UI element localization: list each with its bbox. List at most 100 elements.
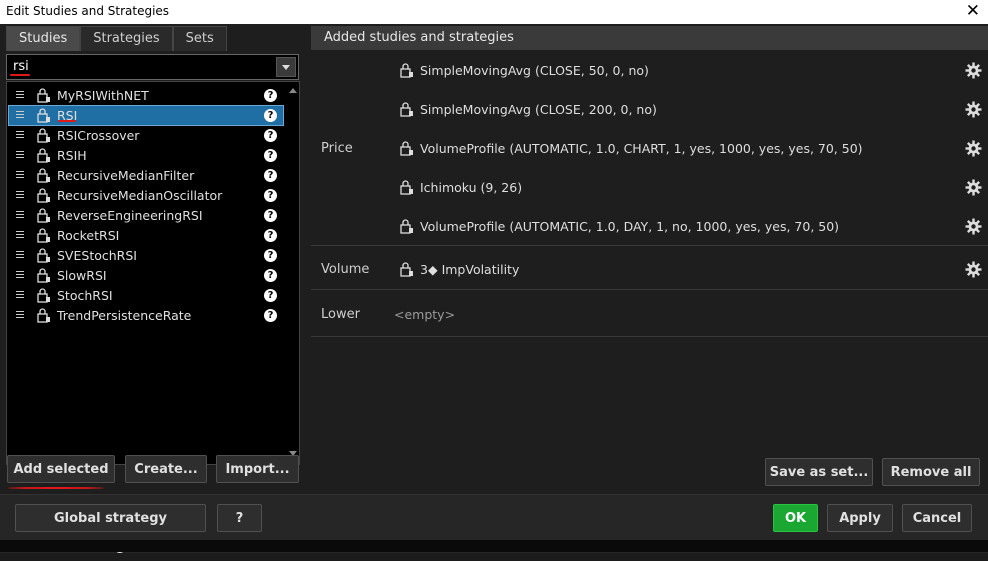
help-icon[interactable]: ?	[264, 229, 277, 242]
lock-icon	[400, 141, 413, 156]
search-input[interactable]	[9, 57, 279, 75]
list-item-label: SlowRSI	[57, 268, 107, 283]
list-item[interactable]: StochRSI?	[9, 286, 283, 305]
list-item-label: StochRSI	[57, 288, 113, 303]
list-item[interactable]: RecursiveMedianFilter?	[9, 166, 283, 185]
study-prefix-icon: 3◆	[420, 262, 438, 277]
divider	[311, 245, 988, 246]
gear-icon[interactable]	[965, 140, 982, 157]
lock-icon	[37, 128, 50, 143]
help-icon[interactable]: ?	[264, 209, 277, 222]
remove-all-button[interactable]: Remove all	[882, 458, 980, 486]
red-underline-annotation	[10, 74, 30, 76]
list-item[interactable]: ReverseEngineeringRSI?	[9, 206, 283, 225]
gear-icon[interactable]	[965, 179, 982, 196]
help-icon[interactable]: ?	[264, 89, 277, 102]
list-item[interactable]: SVEStochRSI?	[9, 246, 283, 265]
list-handle-icon[interactable]	[16, 271, 24, 280]
help-icon[interactable]: ?	[264, 169, 277, 182]
list-item[interactable]: RecursiveMedianOscillator?	[9, 186, 283, 205]
ok-button[interactable]: OK	[773, 504, 818, 532]
apply-button[interactable]: Apply	[827, 504, 893, 532]
window-title: Edit Studies and Strategies	[6, 4, 170, 18]
list-item-label: MyRSIWithNET	[57, 88, 149, 103]
list-item-label: RocketRSI	[57, 228, 120, 243]
list-item[interactable]: RSIH?	[9, 146, 283, 165]
list-handle-icon[interactable]	[16, 211, 24, 220]
tab-strip: Studies Strategies Sets	[6, 26, 227, 51]
list-handle-icon[interactable]	[16, 191, 24, 200]
study-label: VolumeProfile (AUTOMATIC, 1.0, CHART, 1,…	[420, 141, 863, 156]
gear-icon[interactable]	[965, 62, 982, 79]
lock-icon	[37, 108, 50, 123]
list-scrollbar[interactable]	[289, 86, 297, 458]
divider	[311, 336, 988, 337]
lock-icon	[37, 228, 50, 243]
list-item[interactable]: SlowRSI?	[9, 266, 283, 285]
cancel-button[interactable]: Cancel	[902, 504, 972, 532]
import-button[interactable]: Import...	[216, 455, 299, 483]
red-underline-annotation	[58, 120, 76, 122]
tab-studies[interactable]: Studies	[6, 26, 81, 51]
list-item[interactable]: TrendPersistenceRate?	[9, 306, 283, 325]
tab-sets[interactable]: Sets	[172, 26, 227, 51]
lock-icon	[37, 148, 50, 163]
help-icon[interactable]: ?	[264, 249, 277, 262]
list-item[interactable]: RSI?	[8, 105, 284, 126]
gear-icon[interactable]	[965, 101, 982, 118]
help-icon[interactable]: ?	[264, 109, 277, 122]
list-handle-icon[interactable]	[16, 91, 24, 100]
lock-icon	[400, 219, 413, 234]
list-item[interactable]: MyRSIWithNET?	[9, 86, 283, 105]
lock-icon	[37, 208, 50, 223]
scroll-up-icon[interactable]	[289, 88, 297, 93]
lock-icon	[37, 188, 50, 203]
lock-icon	[37, 308, 50, 323]
chevron-down-icon[interactable]	[276, 57, 296, 77]
study-label: Ichimoku (9, 26)	[420, 180, 523, 195]
list-item[interactable]: RSICrossover?	[9, 126, 283, 145]
list-handle-icon[interactable]	[16, 111, 24, 120]
list-handle-icon[interactable]	[16, 131, 24, 140]
help-icon[interactable]: ?	[264, 189, 277, 202]
lock-icon	[37, 248, 50, 263]
lock-icon	[400, 102, 413, 117]
list-item-label: RSI	[57, 108, 78, 123]
list-handle-icon[interactable]	[16, 311, 24, 320]
group-label-lower: Lower	[321, 307, 360, 322]
save-as-set-button[interactable]: Save as set...	[765, 458, 873, 486]
list-handle-icon[interactable]	[16, 291, 24, 300]
list-handle-icon[interactable]	[16, 251, 24, 260]
study-label: ImpVolatility	[441, 262, 520, 277]
help-button[interactable]: ?	[217, 504, 262, 532]
help-icon[interactable]: ?	[264, 309, 277, 322]
list-item-label: SVEStochRSI	[57, 248, 137, 263]
lock-icon	[37, 88, 50, 103]
red-underline-annotation	[8, 487, 104, 489]
list-item[interactable]: RocketRSI?	[9, 226, 283, 245]
help-icon[interactable]: ?	[264, 289, 277, 302]
list-handle-icon[interactable]	[16, 171, 24, 180]
study-label: SimpleMovingAvg (CLOSE, 200, 0, no)	[420, 102, 657, 117]
list-handle-icon[interactable]	[16, 151, 24, 160]
list-item-label: RSICrossover	[57, 128, 140, 143]
global-strategy-settings-button[interactable]: Global strategy settings...	[15, 504, 206, 554]
help-icon[interactable]: ?	[264, 129, 277, 142]
gear-icon[interactable]	[965, 261, 982, 278]
tab-strategies[interactable]: Strategies	[80, 26, 173, 51]
help-icon[interactable]: ?	[264, 149, 277, 162]
study-label: SimpleMovingAvg (CLOSE, 50, 0, no)	[420, 63, 649, 78]
divider	[311, 289, 988, 290]
lock-icon	[400, 180, 413, 195]
help-icon[interactable]: ?	[264, 269, 277, 282]
add-selected-button[interactable]: Add selected	[7, 455, 115, 483]
create-button[interactable]: Create...	[125, 455, 207, 483]
study-label: VolumeProfile (AUTOMATIC, 1.0, DAY, 1, n…	[420, 219, 840, 234]
close-icon[interactable]: ✕	[966, 1, 980, 21]
empty-placeholder: <empty>	[394, 307, 456, 322]
gear-icon[interactable]	[965, 218, 982, 235]
list-handle-icon[interactable]	[16, 231, 24, 240]
list-item-label: TrendPersistenceRate	[57, 308, 192, 323]
lock-icon	[37, 268, 50, 283]
list-item-label: RecursiveMedianOscillator	[57, 188, 223, 203]
